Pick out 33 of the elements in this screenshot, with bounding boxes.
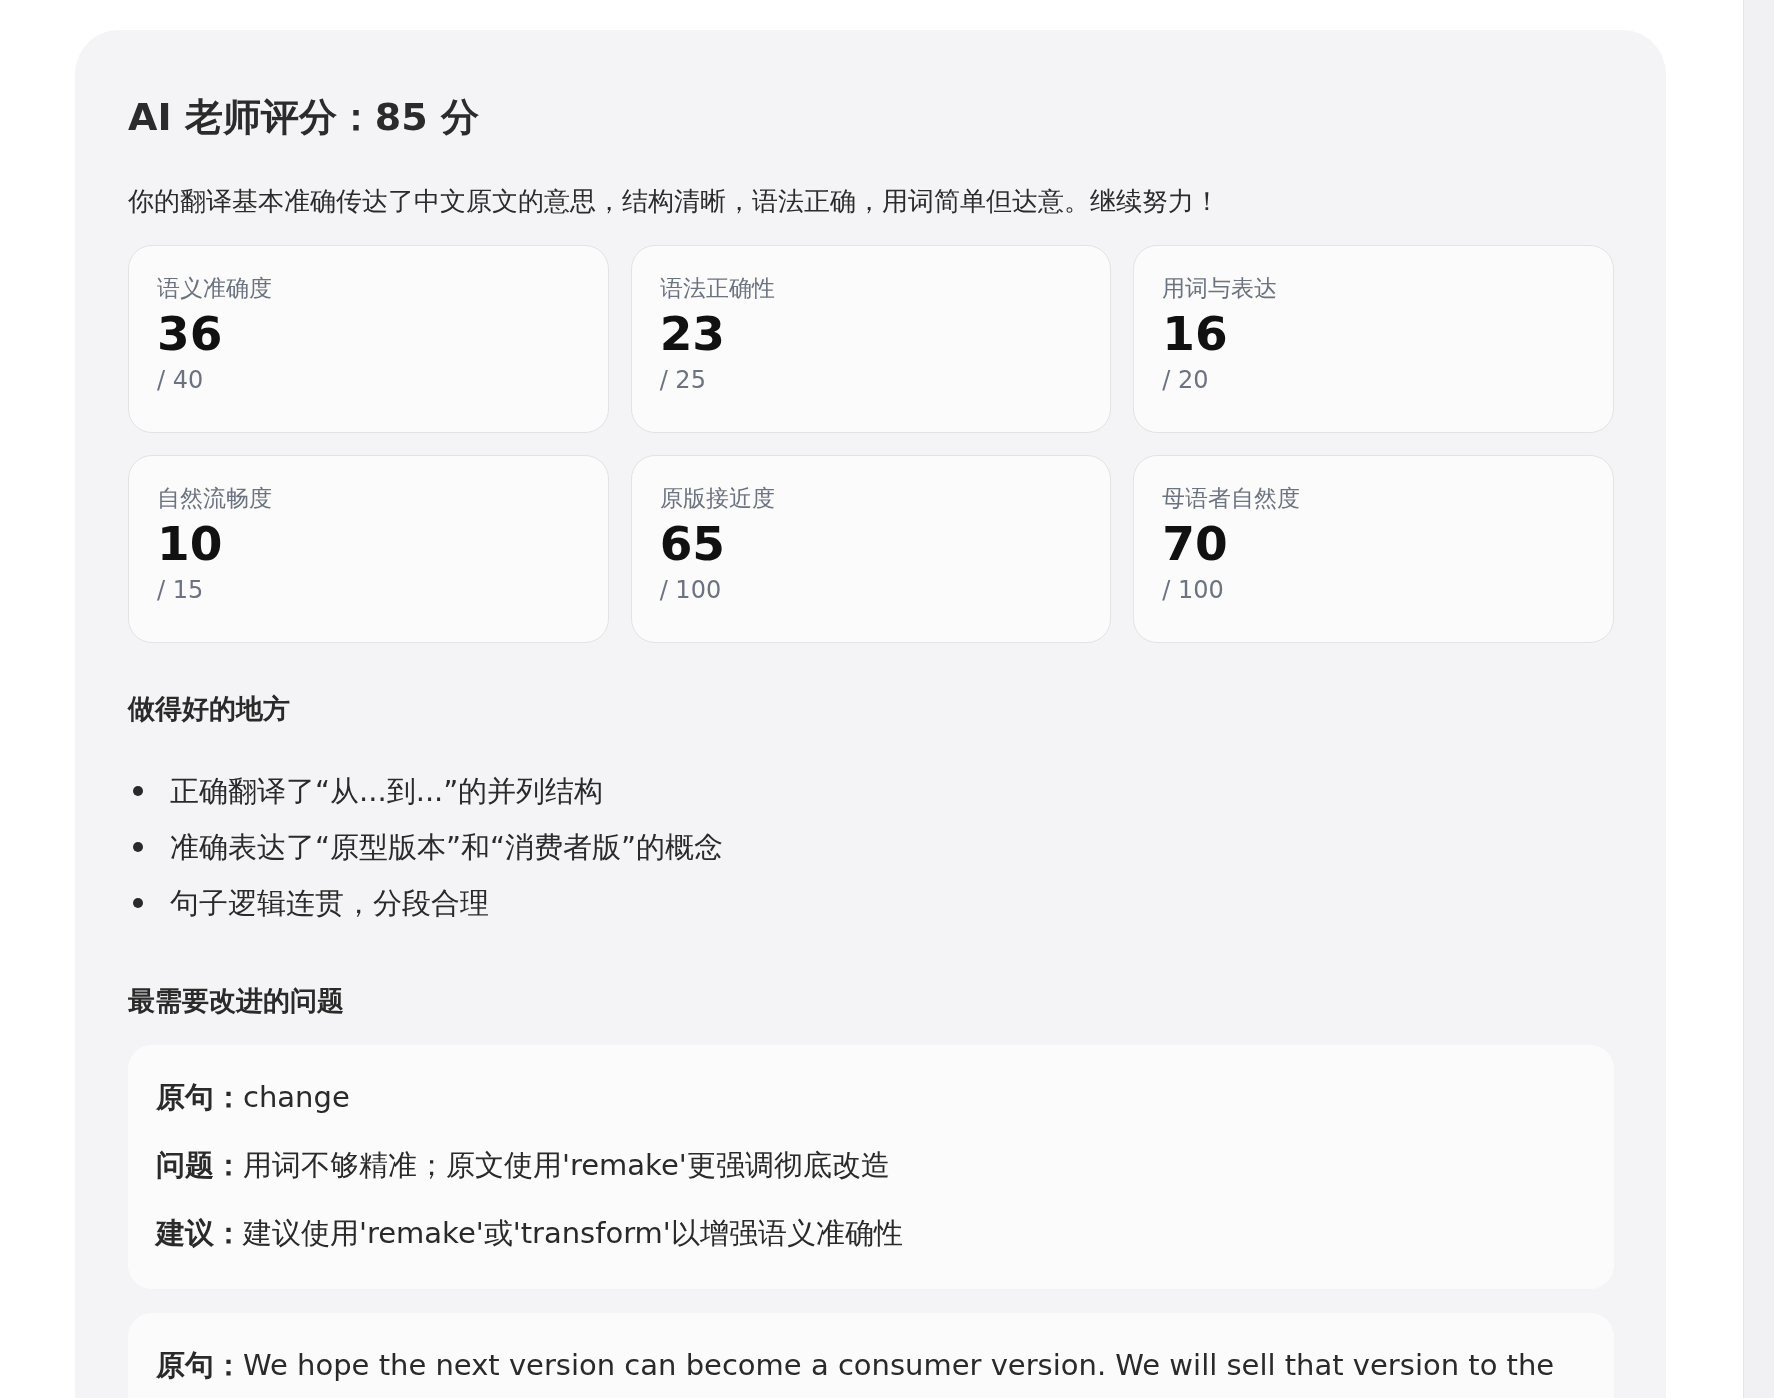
score-max: / 25 — [659, 365, 707, 396]
issue-line: 建议：建议使用'remake'或'transform'以增强语义准确性 — [156, 1215, 904, 1252]
score-label: 原版接近度 — [659, 484, 776, 513]
strength-text: 准确表达了“原型版本”和“消费者版”的概念 — [170, 829, 724, 866]
score-value: 65 — [659, 516, 727, 572]
bullet-icon — [133, 898, 143, 908]
bullet-icon — [133, 842, 143, 852]
score-max: / 15 — [157, 575, 205, 606]
score-max: / 20 — [1162, 365, 1210, 396]
score-label: 语法正确性 — [659, 274, 776, 303]
scrollbar-track[interactable] — [1743, 0, 1774, 1398]
score-value: 10 — [157, 516, 224, 572]
score-value: 70 — [1162, 516, 1229, 572]
score-value: 36 — [157, 306, 224, 362]
score-label: 语义准确度 — [157, 274, 273, 303]
score-value: 23 — [659, 306, 727, 362]
summary-text: 你的翻译基本准确传达了中文原文的意思，结构清晰，语法正确，用词简单但达意。继续努力！ — [128, 185, 1221, 218]
score-max: / 40 — [157, 365, 205, 396]
score-label: 用词与表达 — [1162, 274, 1279, 303]
score-title: AI 老师评分：85 分 — [128, 94, 480, 141]
strength-text: 句子逻辑连贯，分段合理 — [170, 885, 489, 922]
issue-line: 问题：用词不够精准；原文使用'remake'更强调彻底改造 — [156, 1147, 891, 1184]
score-label: 自然流畅度 — [157, 484, 273, 513]
section-heading: 最需要改进的问题 — [128, 984, 345, 1018]
issue-line: 原句：change — [156, 1079, 351, 1116]
bullet-icon — [133, 786, 143, 796]
score-value: 16 — [1162, 306, 1229, 362]
score-label: 母语者自然度 — [1162, 484, 1302, 513]
strength-text: 正确翻译了“从...到...”的并列结构 — [170, 773, 604, 810]
issue-line: 原句：We hope the next version can become a consumer version. We will sell that version to the — [156, 1347, 1556, 1384]
score-max: / 100 — [1162, 575, 1225, 606]
score-max: / 100 — [659, 575, 723, 606]
section-heading: 做得好的地方 — [128, 692, 291, 726]
